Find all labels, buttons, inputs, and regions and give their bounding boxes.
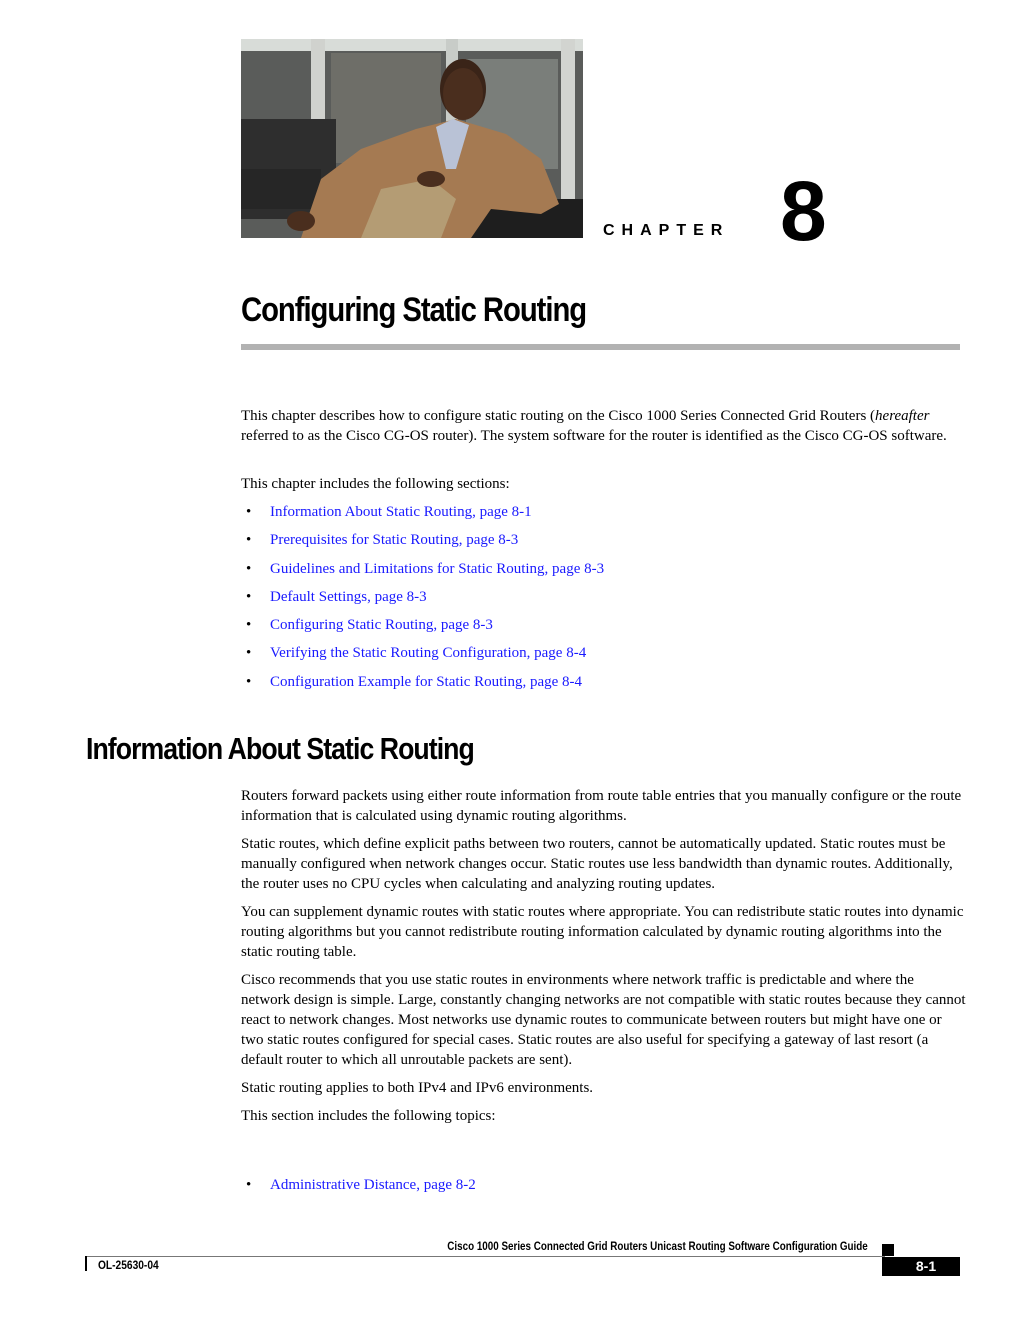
section-link[interactable]: Information About Static Routing, page 8… <box>270 504 532 520</box>
paragraph: This section includes the following topi… <box>241 1108 496 1124</box>
section-link[interactable]: Configuration Example for Static Routing… <box>270 674 582 690</box>
person-photo-icon <box>241 39 583 238</box>
bullet-icon: • <box>246 1177 252 1193</box>
intro-text-2: referred to as the Cisco CG-OS router). … <box>241 428 947 444</box>
footer-guide-title: Cisco 1000 Series Connected Grid Routers… <box>447 1239 868 1253</box>
info-section-body: Routers forward packets using either rou… <box>241 786 966 1134</box>
section-link[interactable]: Prerequisites for Static Routing, page 8… <box>270 532 518 548</box>
list-item: • Guidelines and Limitations for Static R… <box>241 559 604 587</box>
list-item: • Configuration Example for Static Routin… <box>241 672 604 700</box>
paragraph: Routers forward packets using either rou… <box>241 788 962 824</box>
footer-rule <box>85 1256 885 1257</box>
chapter-photo <box>241 39 583 238</box>
bullet-icon: • <box>246 560 252 577</box>
bullet-icon: • <box>246 588 252 605</box>
intro-paragraph: This chapter describes how to configure … <box>241 406 966 446</box>
bullet-icon: • <box>246 532 252 549</box>
bullet-icon: • <box>246 617 252 634</box>
chapter-label: CHAPTER <box>603 222 730 239</box>
footer-page-number: 8-1 <box>882 1257 960 1276</box>
intro-emphasis: hereafter <box>875 408 930 424</box>
list-item: • Prerequisites for Static Routing, page … <box>241 530 604 558</box>
footer-marker <box>882 1244 894 1256</box>
section-link[interactable]: Verifying the Static Routing Configurati… <box>270 645 586 661</box>
chapter-sections-list: • Information About Static Routing, page … <box>241 502 604 700</box>
paragraph: You can supplement dynamic routes with s… <box>241 904 964 960</box>
list-item: • Administrative Distance, page 8-2 <box>241 1175 476 1203</box>
list-item: • Configuring Static Routing, page 8-3 <box>241 615 604 643</box>
sections-intro: This chapter includes the following sect… <box>241 474 966 494</box>
chapter-number: 8 <box>780 164 827 258</box>
topic-link[interactable]: Administrative Distance, page 8-2 <box>270 1177 476 1193</box>
section-topics-list: • Administrative Distance, page 8-2 <box>241 1175 476 1203</box>
paragraph: Cisco recommends that you use static rou… <box>241 972 966 1068</box>
list-item: • Information About Static Routing, page … <box>241 502 604 530</box>
section-link[interactable]: Default Settings, page 8-3 <box>270 589 427 605</box>
chapter-title: Configuring Static Routing <box>241 291 587 329</box>
bullet-icon: • <box>246 673 252 690</box>
bullet-icon: • <box>246 645 252 662</box>
list-item: • Verifying the Static Routing Configurat… <box>241 643 604 671</box>
section-heading: Information About Static Routing <box>86 731 475 766</box>
section-link[interactable]: Configuring Static Routing, page 8-3 <box>270 617 493 633</box>
footer-left-bar <box>85 1256 87 1271</box>
intro-text-1: This chapter describes how to configure … <box>241 408 876 424</box>
title-rule <box>241 344 960 350</box>
footer-doc-number: OL-25630-04 <box>98 1258 159 1272</box>
list-item: • Default Settings, page 8-3 <box>241 587 604 615</box>
paragraph: Static routes, which define explicit pat… <box>241 836 953 892</box>
paragraph: Static routing applies to both IPv4 and … <box>241 1080 594 1096</box>
section-link[interactable]: Guidelines and Limitations for Static Ro… <box>270 561 604 577</box>
sections-intro-text: This chapter includes the following sect… <box>241 476 510 492</box>
bullet-icon: • <box>246 504 252 520</box>
